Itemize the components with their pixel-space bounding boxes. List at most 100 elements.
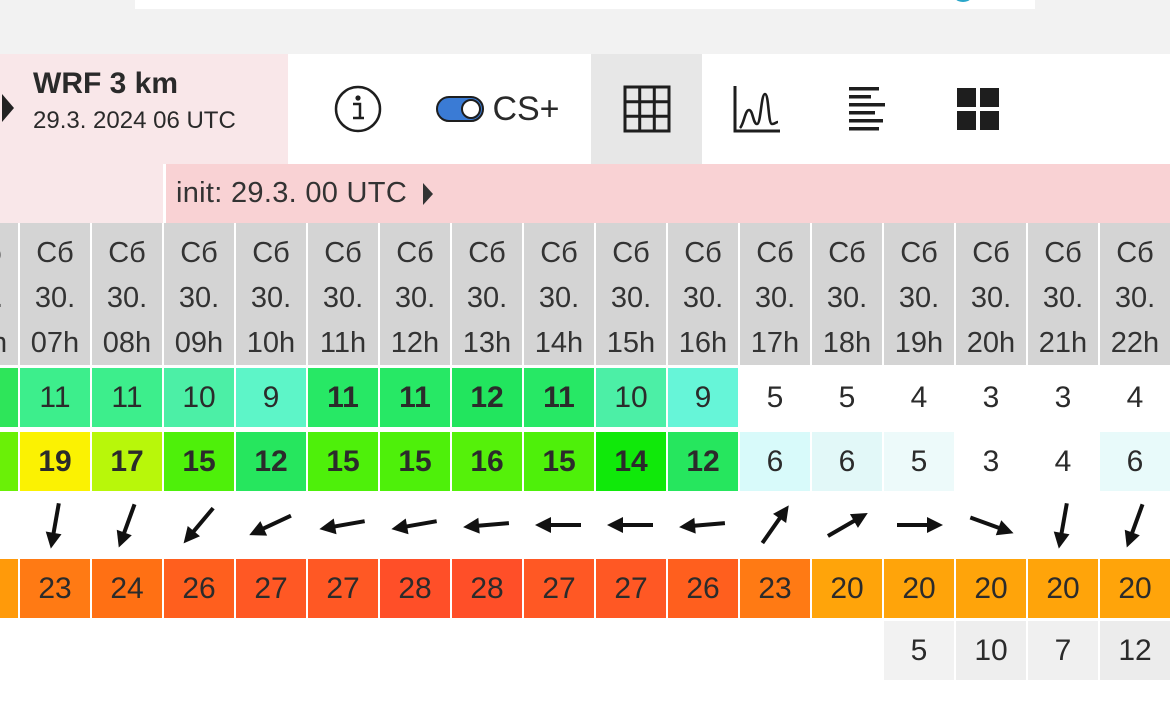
top-bar bbox=[0, 0, 1170, 54]
info-button[interactable] bbox=[308, 54, 408, 164]
init-run-selector[interactable]: init: 29.3. 00 UTC bbox=[163, 164, 1170, 223]
header-date: 30. bbox=[1042, 282, 1084, 314]
header-date: 30. bbox=[178, 282, 220, 314]
chart-view-button[interactable] bbox=[702, 54, 812, 164]
wind-arrow-icon bbox=[249, 513, 292, 536]
toolbar: CS+ bbox=[288, 54, 1170, 164]
line-chart-icon bbox=[733, 86, 780, 133]
search-box[interactable] bbox=[135, 0, 1035, 9]
wind-speed-cell: 9 bbox=[236, 368, 308, 427]
header-day: Сб bbox=[36, 237, 74, 269]
header-date: 30. bbox=[682, 282, 724, 314]
cloud-cell bbox=[452, 621, 524, 680]
info-icon bbox=[334, 85, 382, 133]
wind-speed-cell: 11 bbox=[92, 368, 164, 427]
header-hour: 16h bbox=[678, 327, 728, 359]
wind-direction-cell bbox=[668, 493, 740, 557]
wind-direction-cell bbox=[1028, 493, 1100, 557]
time-header-cell: Сб 30. 16h bbox=[668, 223, 740, 365]
wind-gust-cell: 6 bbox=[1100, 432, 1170, 491]
temperature-cell: 24 bbox=[92, 559, 164, 618]
wind-speed-cell: 3 bbox=[1028, 368, 1100, 427]
caret-right-icon bbox=[423, 182, 434, 205]
header-date: 30. bbox=[538, 282, 580, 314]
table-view-button[interactable] bbox=[591, 54, 702, 164]
wind-direction-cell bbox=[236, 493, 308, 557]
header-hour: 14h bbox=[534, 327, 584, 359]
temperature-cell: 26 bbox=[164, 559, 236, 618]
temperature-cell: 27 bbox=[596, 559, 668, 618]
cs-plus-toggle[interactable]: CS+ bbox=[423, 54, 573, 164]
cloud-cell bbox=[668, 621, 740, 680]
header-date: 30. bbox=[106, 282, 148, 314]
header-day: Сб bbox=[180, 237, 218, 269]
time-header-cell: Сб 30. 20h bbox=[956, 223, 1028, 365]
model-name: WRF 3 km bbox=[33, 67, 179, 100]
header-day: Сб bbox=[1044, 237, 1082, 269]
wind-arrow-icon bbox=[535, 517, 581, 533]
wind-direction-cell bbox=[1100, 493, 1170, 557]
temperature-cell: 28 bbox=[380, 559, 452, 618]
tiles-view-button[interactable] bbox=[922, 54, 1034, 164]
wind-arrow-icon bbox=[826, 513, 868, 538]
wind-speed-cell: 11 bbox=[380, 368, 452, 427]
time-header-cell: Сб 30. 15h bbox=[596, 223, 668, 365]
time-header-cell: Сб 30. 12h bbox=[380, 223, 452, 365]
wind-speed-cell: 10 bbox=[596, 368, 668, 427]
cloud-cell: 5 bbox=[884, 621, 956, 680]
wind-speed-cell: 11 bbox=[20, 368, 92, 427]
wind-speed-cell: 5 bbox=[812, 368, 884, 427]
toggle-switch[interactable] bbox=[436, 96, 485, 122]
wind-direction-row bbox=[0, 493, 1170, 557]
init-label: init: 29.3. 00 UTC bbox=[176, 177, 408, 209]
wind-direction-cell bbox=[956, 493, 1028, 557]
header-day: Сб bbox=[252, 237, 290, 269]
wind-direction-cell bbox=[308, 493, 380, 557]
wind-direction-cell bbox=[20, 493, 92, 557]
temperature-cell: 20 bbox=[884, 559, 956, 618]
cloud-cell bbox=[308, 621, 380, 680]
wind-direction-cell bbox=[812, 493, 884, 557]
header-day: Сб bbox=[540, 237, 578, 269]
wind-gust-cell: 6 bbox=[812, 432, 884, 491]
time-header-cell: Сб 30. 22h bbox=[1100, 223, 1170, 365]
header-date: 30. bbox=[970, 282, 1012, 314]
temperature-cell: 20 bbox=[956, 559, 1028, 618]
wind-gust-cell bbox=[0, 432, 20, 491]
wind-speed-cell: 12 bbox=[452, 368, 524, 427]
header-date: 30. bbox=[826, 282, 868, 314]
header-hour: 20h bbox=[966, 327, 1016, 359]
wind-gust-cell: 17 bbox=[92, 432, 164, 491]
temperature-cell: 27 bbox=[524, 559, 596, 618]
wind-gust-cell: 19 bbox=[20, 432, 92, 491]
tiles-icon bbox=[957, 88, 999, 130]
header-day: Сб bbox=[756, 237, 794, 269]
bar-list-icon bbox=[849, 87, 885, 131]
temperature-cell: 23 bbox=[740, 559, 812, 618]
list-view-button[interactable] bbox=[812, 54, 922, 164]
time-header-row: Сб30.06hСб30.07hСб30.08hСб30.09hСб30.10h… bbox=[0, 223, 1170, 365]
wind-gust-cell: 4 bbox=[1028, 432, 1100, 491]
cloud-cell bbox=[236, 621, 308, 680]
header-day: Сб bbox=[1116, 237, 1154, 269]
wind-gust-row: 19 17 15 12 15 15 16 15 14 12 6 6 5 3 4 6 bbox=[0, 432, 1170, 491]
caret-right-icon[interactable] bbox=[2, 94, 14, 122]
header-day: Сб bbox=[468, 237, 506, 269]
cloud-cell bbox=[740, 621, 812, 680]
temperature-cell bbox=[0, 559, 20, 618]
temperature-cell: 27 bbox=[236, 559, 308, 618]
wind-direction-cell bbox=[92, 493, 164, 557]
wind-direction-cell bbox=[452, 493, 524, 557]
wind-arrow-icon bbox=[1124, 503, 1145, 548]
wind-arrow-icon bbox=[897, 517, 943, 533]
wind-speed-row: 11 11 10 9 11 11 12 11 10 9 5 5 4 3 3 4 bbox=[0, 368, 1170, 427]
header-date: 30. bbox=[898, 282, 940, 314]
cloud-cell: 12 bbox=[1100, 621, 1170, 680]
header-hour: 21h bbox=[1038, 327, 1088, 359]
time-header-cell: Сб 30. 19h bbox=[884, 223, 956, 365]
temperature-cell: 27 bbox=[308, 559, 380, 618]
header-date: 30. bbox=[250, 282, 292, 314]
header-date: 30. bbox=[754, 282, 796, 314]
temperature-cell: 26 bbox=[668, 559, 740, 618]
header-day: Сб bbox=[0, 231, 2, 276]
